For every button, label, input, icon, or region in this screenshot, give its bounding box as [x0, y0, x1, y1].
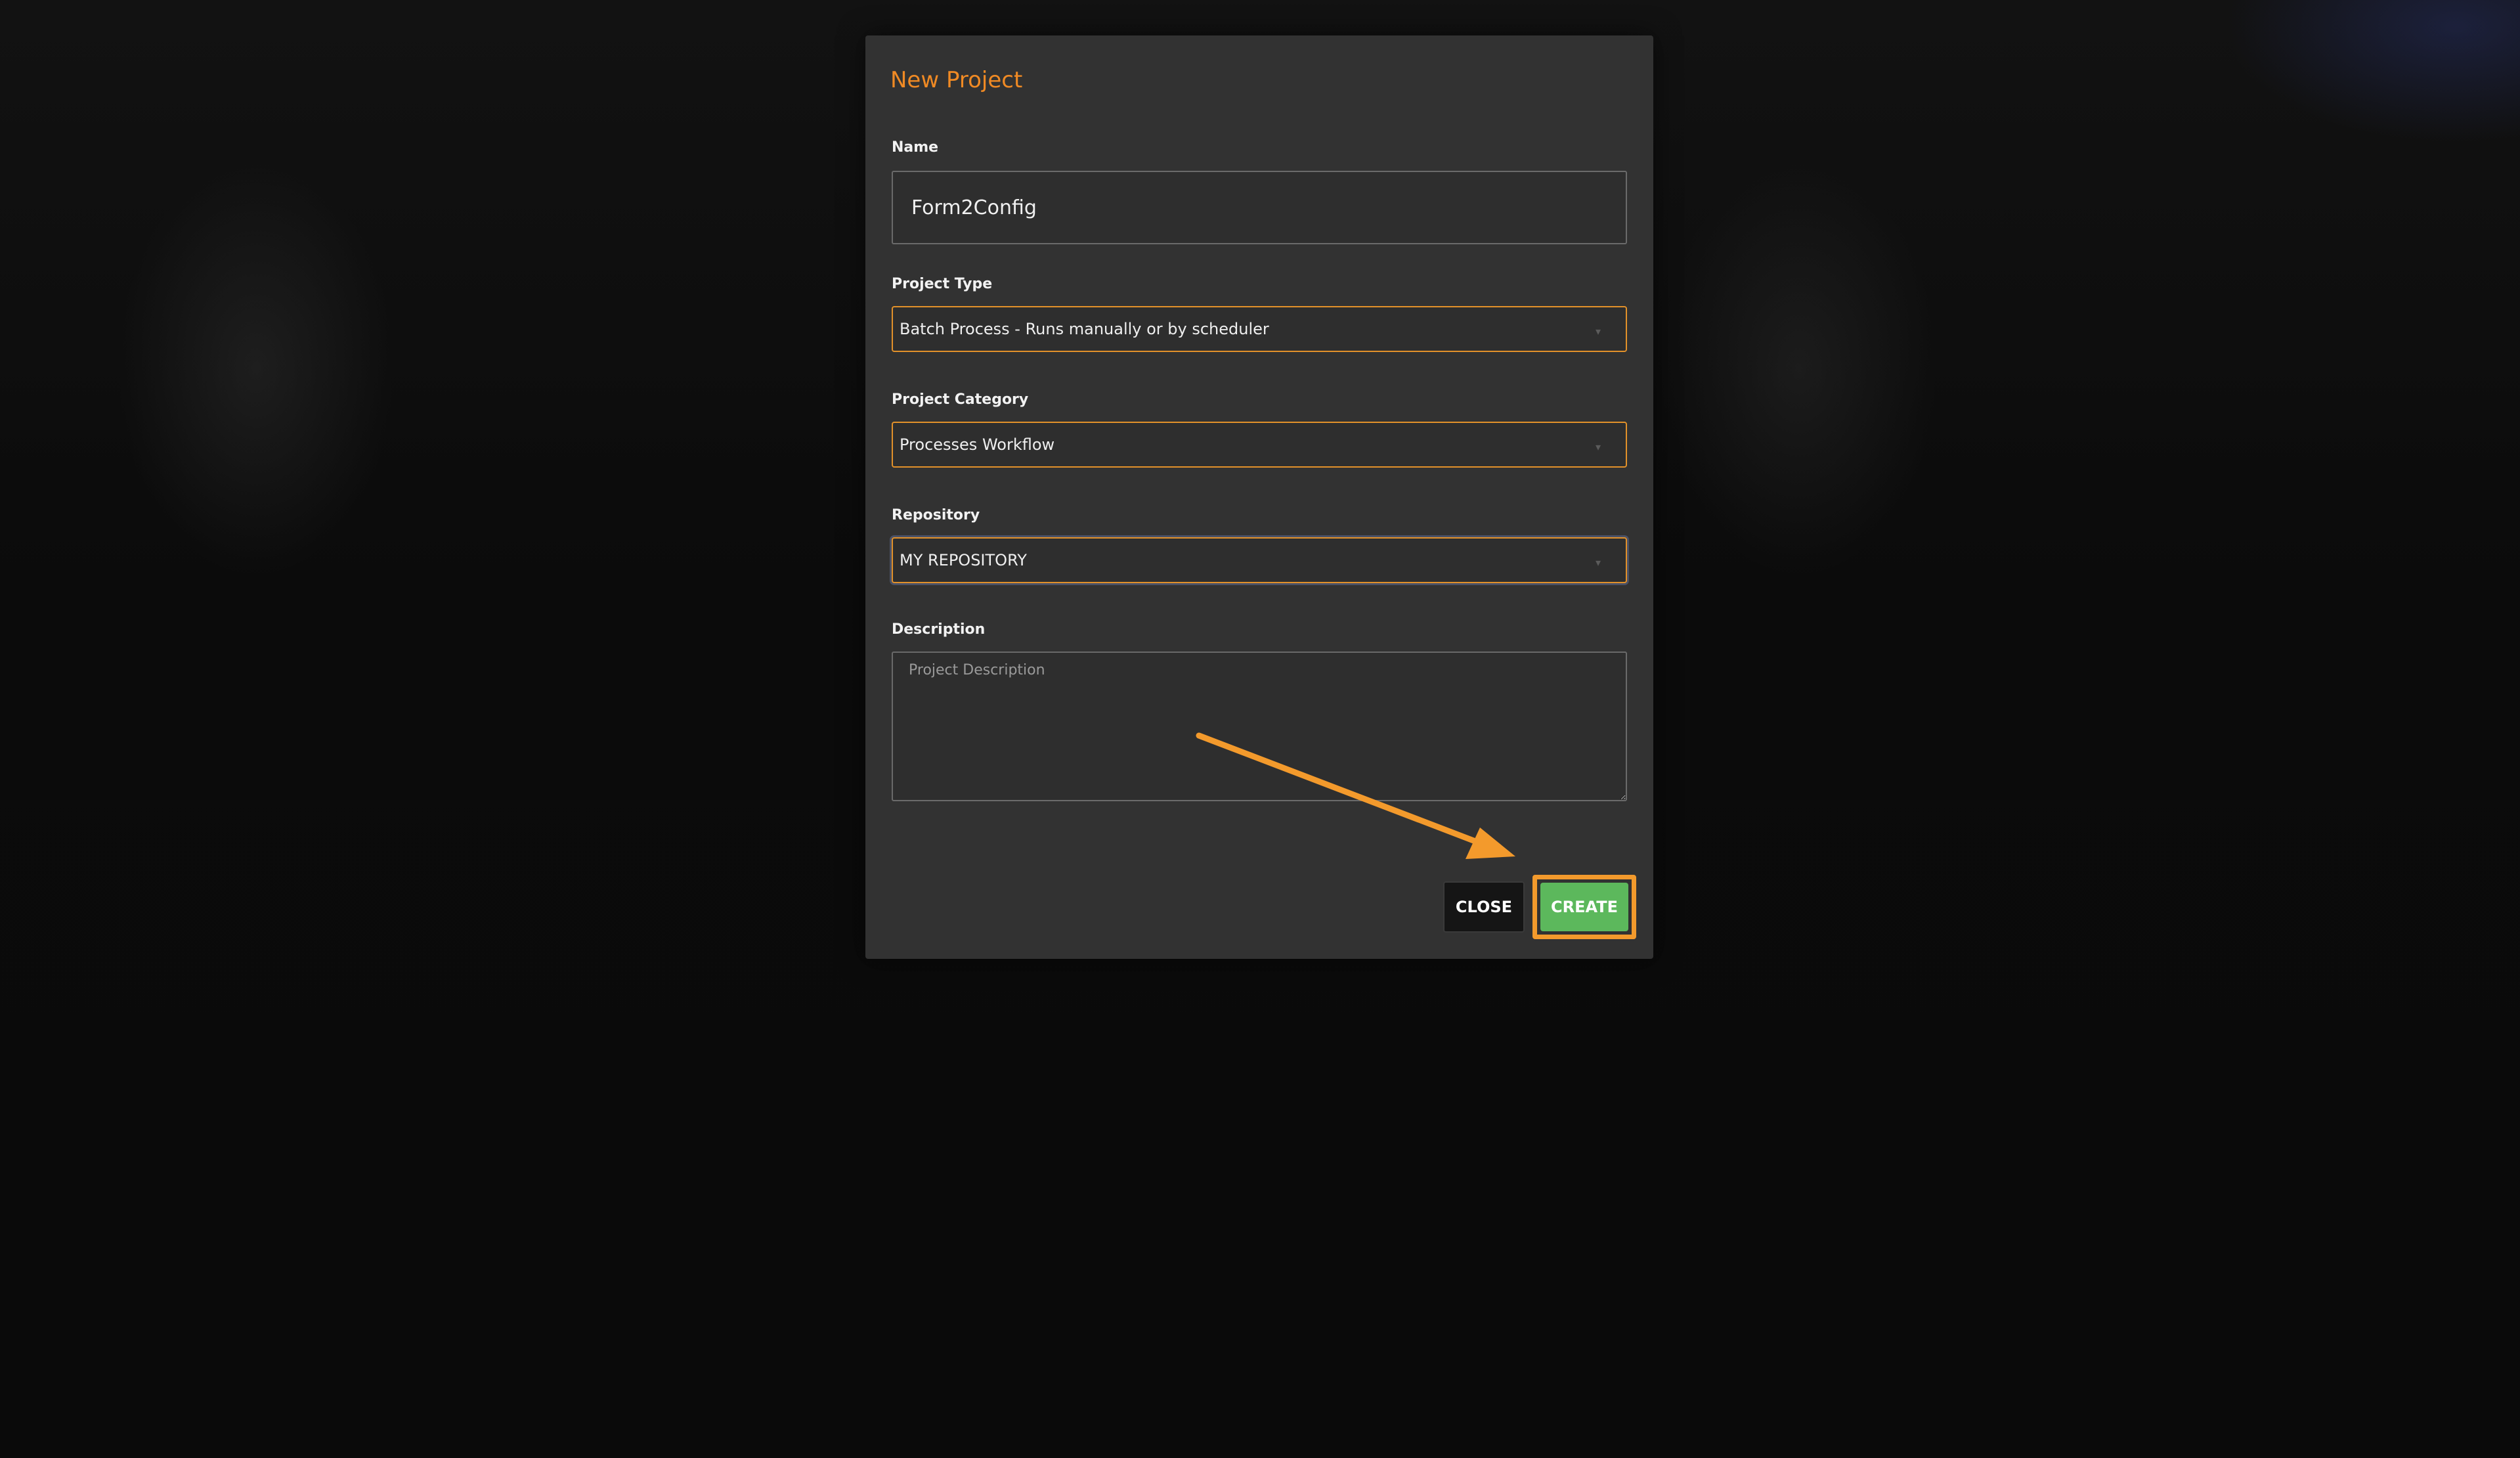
project-type-label: Project Type [892, 276, 993, 292]
repository-label: Repository [892, 507, 980, 523]
chevron-down-icon: ▾ [1596, 441, 1601, 453]
description-label: Description [892, 621, 986, 638]
repository-select[interactable]: MY REPOSITORY ▾ [892, 537, 1627, 583]
project-type-select[interactable]: Batch Process - Runs manually or by sche… [892, 306, 1627, 352]
repository-selected: MY REPOSITORY [900, 551, 1027, 569]
chevron-down-icon: ▾ [1596, 556, 1601, 569]
project-category-label: Project Category [892, 391, 1029, 408]
arrow-shaft [1196, 732, 1487, 848]
name-label: Name [892, 139, 939, 156]
project-category-select[interactable]: Processes Workflow ▾ [892, 422, 1627, 468]
arrow-annotation [1196, 732, 1515, 859]
chevron-down-icon: ▾ [1596, 325, 1601, 338]
project-category-selected: Processes Workflow [900, 435, 1055, 454]
name-input[interactable] [892, 171, 1627, 244]
close-button[interactable]: CLOSE [1443, 881, 1525, 933]
project-type-selected: Batch Process - Runs manually or by sche… [900, 320, 1269, 338]
create-button[interactable]: CREATE [1540, 883, 1628, 931]
modal-title: New Project [890, 67, 1023, 93]
arrow-head [1466, 828, 1515, 859]
